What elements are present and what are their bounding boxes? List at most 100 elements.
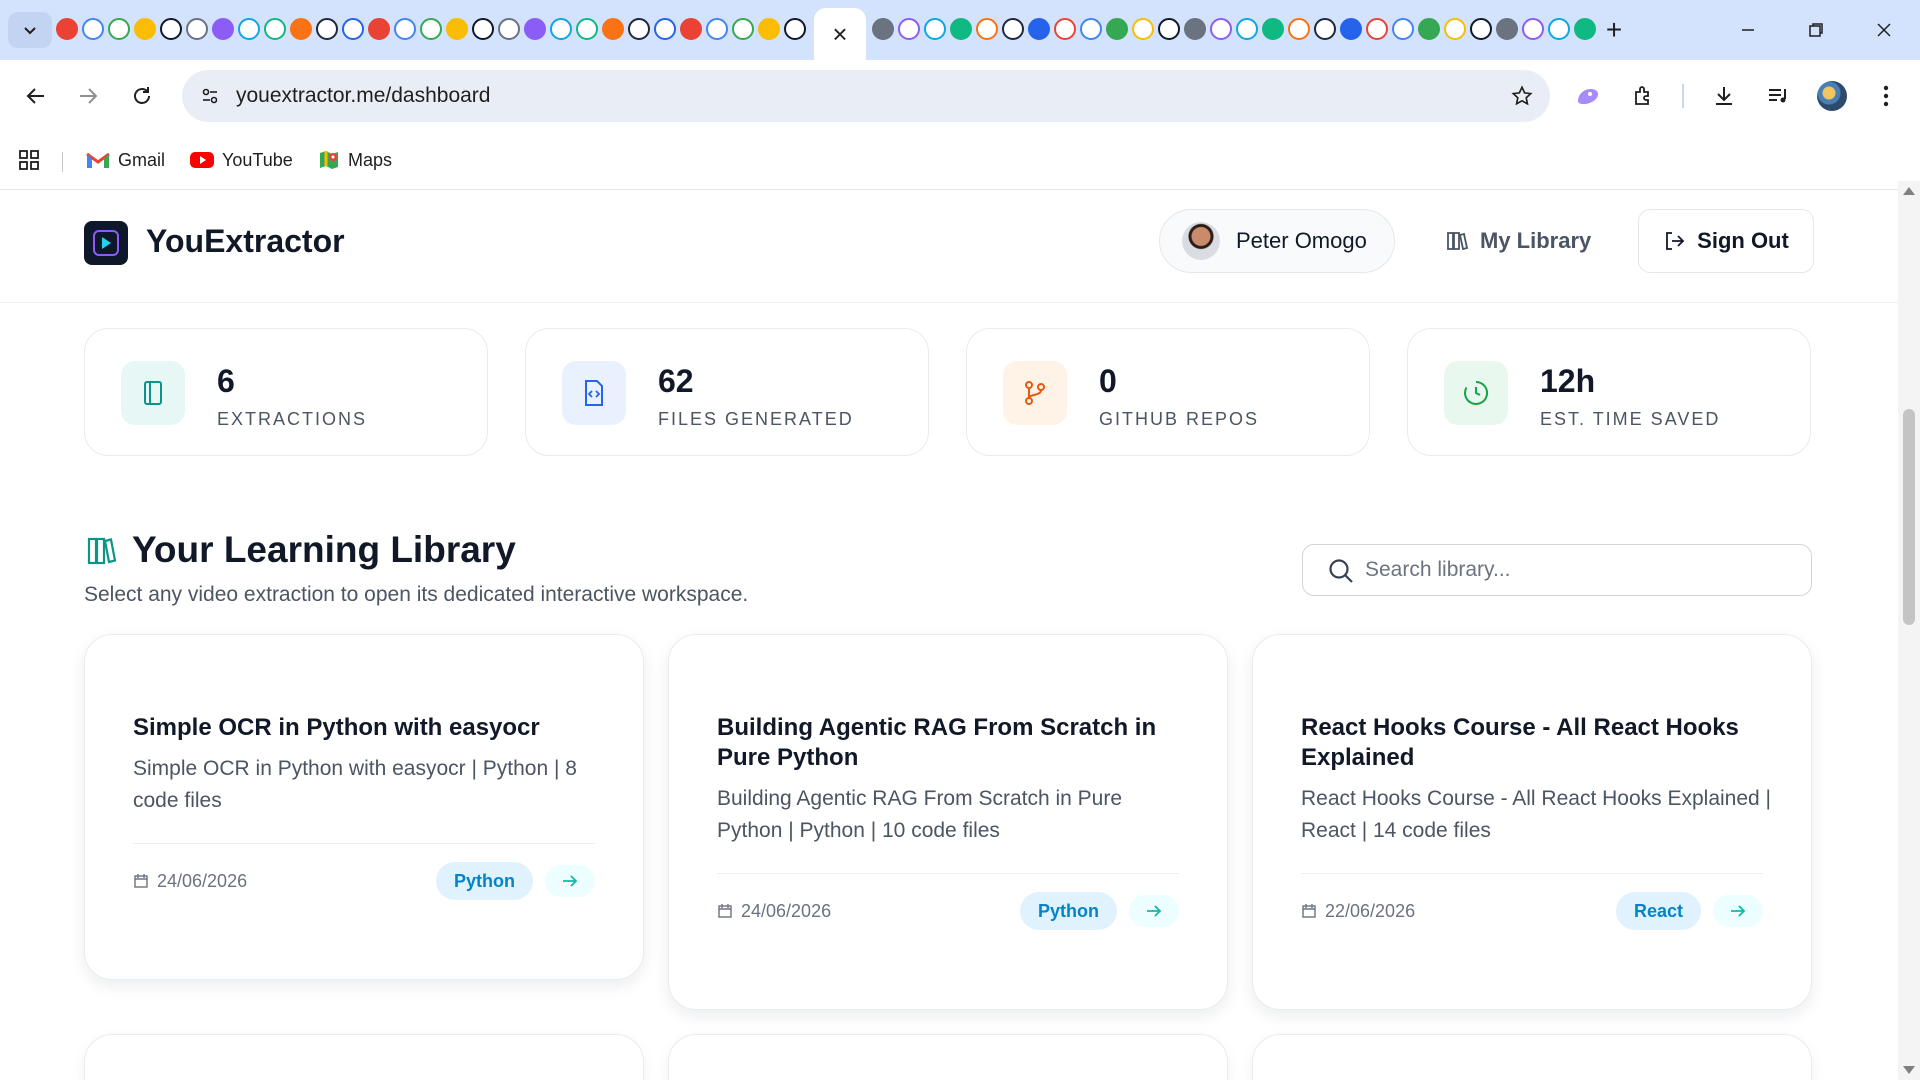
site-info-icon[interactable] — [196, 82, 224, 110]
minimize-button[interactable] — [1726, 12, 1770, 48]
tab-favicon[interactable] — [420, 18, 442, 40]
tab-favicon[interactable] — [446, 18, 468, 40]
tab-favicon[interactable] — [950, 18, 972, 40]
tab-search-button[interactable] — [8, 12, 52, 48]
scroll-down-arrow-icon[interactable] — [1903, 1066, 1915, 1074]
tab-favicon[interactable] — [1158, 18, 1180, 40]
downloads-icon[interactable] — [1704, 76, 1744, 116]
library-card-partial[interactable] — [1252, 1034, 1812, 1080]
tab-favicon[interactable] — [238, 18, 260, 40]
tab-favicon[interactable] — [628, 18, 650, 40]
tab-favicon[interactable] — [1106, 18, 1128, 40]
tab-favicon[interactable] — [784, 18, 806, 40]
tab-favicons-left[interactable] — [56, 18, 806, 42]
tab-favicon[interactable] — [1470, 18, 1492, 40]
tab-favicon[interactable] — [160, 18, 182, 40]
tab-favicon[interactable] — [290, 18, 312, 40]
user-profile-pill[interactable]: Peter Omogo — [1159, 209, 1395, 273]
tab-favicon[interactable] — [1236, 18, 1258, 40]
bookmark-gmail[interactable]: Gmail — [86, 146, 165, 174]
tab-favicon[interactable] — [472, 18, 494, 40]
extensions-puzzle-icon[interactable] — [1624, 76, 1664, 116]
reload-button[interactable] — [122, 76, 162, 116]
address-bar[interactable]: youextractor.me/dashboard — [182, 70, 1550, 122]
tab-favicon[interactable] — [1028, 18, 1050, 40]
tab-favicon[interactable] — [1444, 18, 1466, 40]
tab-favicon[interactable] — [1288, 18, 1310, 40]
open-card-button[interactable] — [1713, 895, 1763, 927]
tab-favicon[interactable] — [1496, 18, 1518, 40]
tab-favicon[interactable] — [498, 18, 520, 40]
tab-favicon[interactable] — [134, 18, 156, 40]
tab-favicon[interactable] — [1574, 18, 1596, 40]
tab-favicon[interactable] — [550, 18, 572, 40]
back-button[interactable] — [16, 76, 56, 116]
scroll-up-arrow-icon[interactable] — [1903, 187, 1915, 195]
tab-favicon[interactable] — [1132, 18, 1154, 40]
tab-favicon[interactable] — [758, 18, 780, 40]
scrollbar-thumb[interactable] — [1903, 409, 1915, 625]
library-card-partial[interactable] — [668, 1034, 1228, 1080]
tab-favicon[interactable] — [1340, 18, 1362, 40]
tab-favicon[interactable] — [576, 18, 598, 40]
tab-favicon[interactable] — [1210, 18, 1232, 40]
tab-favicon[interactable] — [924, 18, 946, 40]
library-card-partial[interactable] — [84, 1034, 644, 1080]
tab-favicon[interactable] — [1522, 18, 1544, 40]
apps-grid-icon[interactable] — [18, 146, 40, 174]
tab-favicon[interactable] — [316, 18, 338, 40]
tab-favicon[interactable] — [524, 18, 546, 40]
new-tab-button[interactable]: + — [1598, 14, 1630, 46]
library-card[interactable]: React Hooks Course - All React Hooks Exp… — [1252, 634, 1812, 1010]
brand-name[interactable]: YouExtractor — [146, 223, 345, 260]
bookmark-youtube[interactable]: YouTube — [190, 146, 293, 174]
my-library-link[interactable]: My Library — [1446, 209, 1591, 273]
tab-favicon[interactable] — [1184, 18, 1206, 40]
search-input[interactable] — [1365, 545, 1795, 595]
restore-button[interactable] — [1794, 12, 1838, 48]
tab-favicon[interactable] — [732, 18, 754, 40]
tab-favicon[interactable] — [602, 18, 624, 40]
tab-favicon[interactable] — [368, 18, 390, 40]
tab-favicon[interactable] — [212, 18, 234, 40]
tab-favicon[interactable] — [654, 18, 676, 40]
profile-avatar-icon[interactable] — [1812, 76, 1852, 116]
app-logo[interactable] — [84, 221, 128, 265]
bookmark-star-icon[interactable] — [1508, 82, 1536, 110]
forward-button[interactable] — [68, 76, 108, 116]
close-window-button[interactable] — [1862, 12, 1906, 48]
tab-favicon[interactable] — [1366, 18, 1388, 40]
tab-favicon[interactable] — [108, 18, 130, 40]
tab-favicon[interactable] — [264, 18, 286, 40]
tab-favicon[interactable] — [872, 18, 894, 40]
tab-favicon[interactable] — [56, 18, 78, 40]
tab-favicon[interactable] — [394, 18, 416, 40]
tab-favicon[interactable] — [1262, 18, 1284, 40]
library-card[interactable]: Building Agentic RAG From Scratch in Pur… — [668, 634, 1228, 1010]
tab-favicons-right[interactable] — [872, 18, 1596, 42]
tab-favicon[interactable] — [1392, 18, 1414, 40]
active-tab[interactable]: × — [814, 8, 866, 60]
library-card[interactable]: Simple OCR in Python with easyocr Simple… — [84, 634, 644, 980]
tab-favicon[interactable] — [1080, 18, 1102, 40]
tab-favicon[interactable] — [706, 18, 728, 40]
tab-favicon[interactable] — [186, 18, 208, 40]
tab-favicon[interactable] — [976, 18, 998, 40]
tab-favicon[interactable] — [1418, 18, 1440, 40]
media-control-icon[interactable] — [1758, 76, 1798, 116]
search-box[interactable] — [1302, 544, 1812, 596]
open-card-button[interactable] — [545, 865, 595, 897]
tab-favicon[interactable] — [1054, 18, 1076, 40]
browser-menu-icon[interactable] — [1866, 76, 1906, 116]
page-scrollbar[interactable] — [1898, 181, 1920, 1080]
tab-favicon[interactable] — [898, 18, 920, 40]
tab-favicon[interactable] — [1002, 18, 1024, 40]
tab-favicon[interactable] — [1548, 18, 1570, 40]
bookmark-maps[interactable]: Maps — [318, 146, 392, 174]
tab-favicon[interactable] — [82, 18, 104, 40]
tab-favicon[interactable] — [342, 18, 364, 40]
address-url[interactable]: youextractor.me/dashboard — [236, 84, 490, 108]
extension-gemini-icon[interactable] — [1568, 76, 1608, 116]
tab-favicon[interactable] — [1314, 18, 1336, 40]
open-card-button[interactable] — [1129, 895, 1179, 927]
